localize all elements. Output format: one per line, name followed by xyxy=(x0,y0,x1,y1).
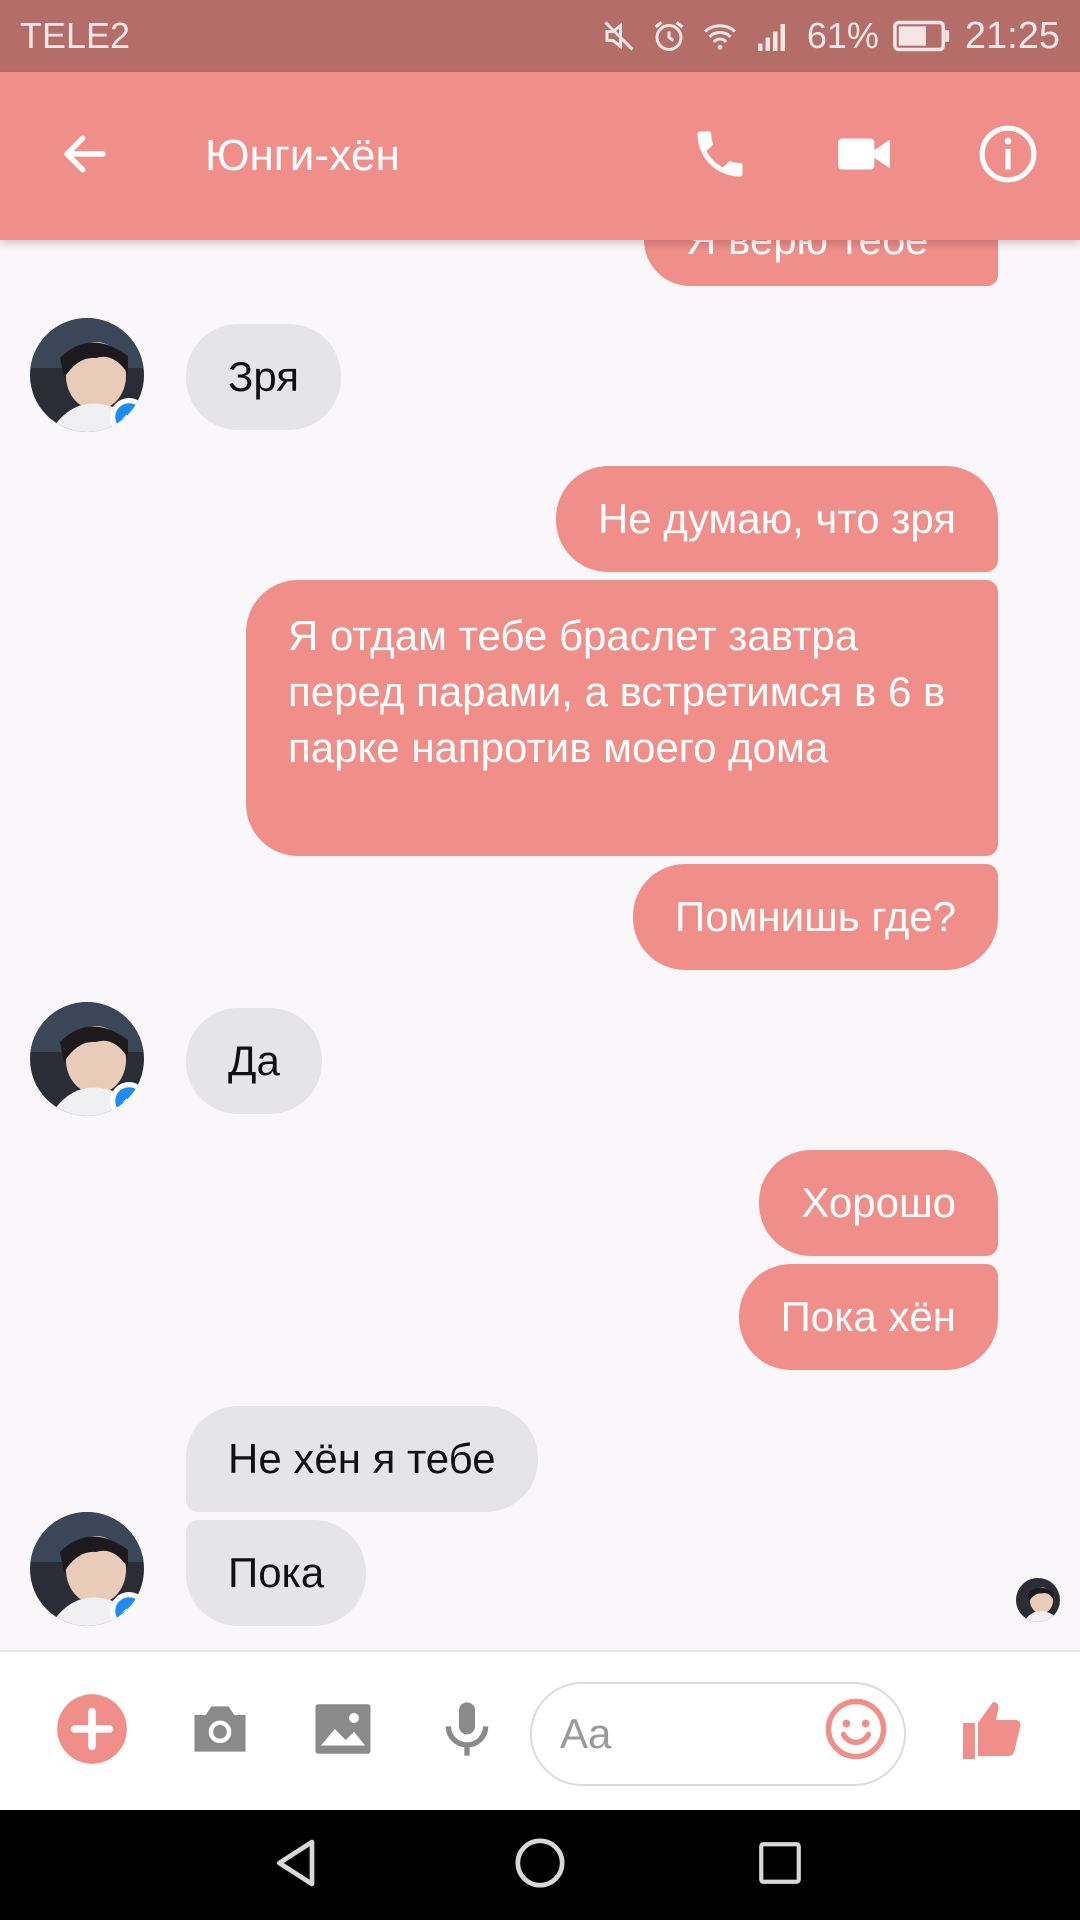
messenger-badge xyxy=(110,1592,144,1626)
emoji-icon xyxy=(823,1696,889,1767)
message-bubble-incoming[interactable]: Зря xyxy=(186,324,341,430)
camera-button[interactable] xyxy=(180,1691,260,1771)
messenger-badge-icon xyxy=(115,403,143,431)
status-bar: TELE2 61% 21:25 xyxy=(0,0,1080,72)
video-call-button[interactable] xyxy=(824,116,904,196)
message-bubble-incoming[interactable]: Пока xyxy=(186,1520,367,1626)
message-bubble-incoming[interactable]: Да xyxy=(186,1008,322,1114)
message-composer: Aa xyxy=(0,1650,1080,1810)
thumbs-up-icon xyxy=(957,1693,1029,1770)
message-bubble-outgoing[interactable]: Не думаю, что зря xyxy=(555,466,998,572)
alarm-icon xyxy=(651,18,687,54)
gallery-button[interactable] xyxy=(303,1691,383,1771)
messenger-badge-icon xyxy=(115,1087,143,1115)
message-text: Пока хён xyxy=(780,1293,956,1340)
circle-home-icon xyxy=(512,1835,568,1896)
nav-home-button[interactable] xyxy=(500,1825,580,1905)
wifi-icon xyxy=(701,18,739,54)
message-bubble-outgoing[interactable]: Пока хён xyxy=(738,1264,998,1370)
more-options-button[interactable] xyxy=(52,1691,132,1771)
message-bubble-outgoing[interactable]: Помнишь где? xyxy=(633,864,998,970)
avatar[interactable] xyxy=(30,1002,144,1116)
battery-icon xyxy=(893,20,951,52)
messenger-badge xyxy=(110,1082,144,1116)
back-arrow-icon xyxy=(58,127,112,186)
image-icon xyxy=(310,1696,376,1767)
message-text: Помнишь где? xyxy=(675,893,956,940)
message-text: Хорошо xyxy=(801,1179,956,1226)
message-text: Не думаю, что зря xyxy=(597,495,956,542)
phone-icon xyxy=(690,124,750,189)
voice-call-button[interactable] xyxy=(680,116,760,196)
voice-message-button[interactable] xyxy=(427,1691,507,1771)
emoji-button[interactable] xyxy=(816,1691,896,1771)
message-text: Я отдам тебе браслет завтра перед парами… xyxy=(288,612,946,771)
message-bubble-incoming[interactable]: Не хён я тебе xyxy=(186,1406,538,1512)
square-recents-icon xyxy=(755,1838,805,1893)
info-icon xyxy=(977,123,1039,190)
avatar[interactable] xyxy=(30,1512,144,1626)
seen-avatar-photo xyxy=(1016,1578,1060,1622)
nav-recents-button[interactable] xyxy=(740,1825,820,1905)
plus-icon xyxy=(54,1691,130,1772)
system-navigation-bar xyxy=(0,1810,1080,1920)
back-button[interactable] xyxy=(50,121,120,191)
signal-icon xyxy=(753,18,793,54)
message-bubble-outgoing[interactable]: Я верю тебе xyxy=(644,240,998,286)
message-text: Не хён я тебе xyxy=(228,1435,496,1482)
conversation-info-button[interactable] xyxy=(968,116,1048,196)
message-text: Я верю тебе xyxy=(686,240,928,268)
chat-header: Юнги-хён xyxy=(0,72,1080,240)
status-icons: 61% 21:25 xyxy=(601,15,1060,58)
message-input-placeholder: Aa xyxy=(560,1710,612,1757)
messenger-badge xyxy=(110,398,144,432)
carrier-label: TELE2 xyxy=(20,15,131,56)
clock: 21:25 xyxy=(964,14,1060,57)
avatar[interactable] xyxy=(30,318,144,432)
triangle-back-icon xyxy=(270,1835,326,1896)
nav-back-button[interactable] xyxy=(258,1825,338,1905)
message-bubble-outgoing[interactable]: Я отдам тебе браслет завтра перед парами… xyxy=(246,580,998,856)
message-list[interactable]: Я верю тебе Зря Не думаю, что зря Я отда… xyxy=(0,240,1080,1650)
message-bubble-outgoing[interactable]: Хорошо xyxy=(759,1150,998,1256)
video-camera-icon xyxy=(833,123,895,190)
battery-percent: 61% xyxy=(806,15,879,56)
camera-icon xyxy=(186,1695,254,1768)
message-text: Пока xyxy=(228,1549,325,1596)
message-text: Зря xyxy=(228,353,299,400)
contact-name[interactable]: Юнги-хён xyxy=(205,131,400,181)
messenger-badge-icon xyxy=(115,1597,143,1625)
seen-receipt-avatar xyxy=(1016,1578,1060,1622)
mute-icon xyxy=(601,18,637,54)
like-button[interactable] xyxy=(953,1691,1033,1771)
message-text: Да xyxy=(228,1037,280,1084)
microphone-icon xyxy=(435,1697,499,1766)
